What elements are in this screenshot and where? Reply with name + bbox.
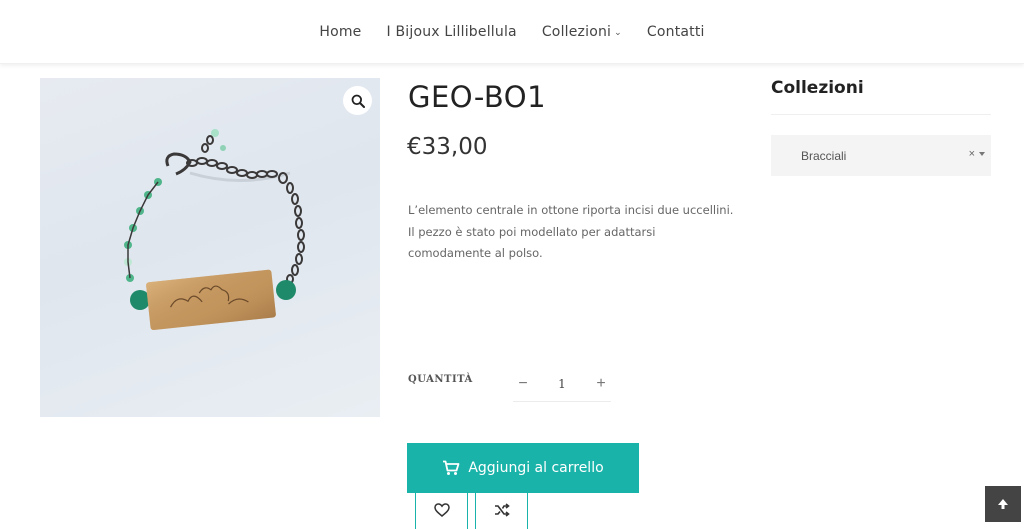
- add-to-cart-label: Aggiungi al carrello: [468, 460, 604, 476]
- main-nav: Home I Bijoux Lillibellula Collezioni ⌄ C…: [0, 0, 1024, 64]
- product-title: GEO-BO1: [408, 80, 547, 114]
- nav-item-label: Contatti: [646, 24, 705, 40]
- select-value: Bracciali: [801, 148, 847, 163]
- cart-icon: [443, 460, 460, 475]
- nav-item-collezioni[interactable]: Collezioni ⌄: [542, 24, 622, 40]
- clear-icon[interactable]: ×: [969, 148, 975, 160]
- nav-item-contatti[interactable]: Contatti: [647, 24, 705, 40]
- sidebar-title: Collezioni: [771, 78, 864, 98]
- add-to-cart-button[interactable]: Aggiungi al carrello: [407, 443, 639, 493]
- quantity-input[interactable]: 1: [542, 377, 582, 391]
- quantity-stepper: − 1 +: [513, 366, 611, 402]
- heart-icon: [433, 502, 450, 517]
- product-image[interactable]: [40, 78, 380, 417]
- quantity-decrease-button[interactable]: −: [513, 375, 533, 393]
- zoom-button[interactable]: [343, 86, 372, 115]
- arrow-up-icon: [998, 499, 1008, 509]
- nav-item-bijoux[interactable]: I Bijoux Lillibellula: [387, 24, 517, 40]
- divider: [771, 114, 991, 115]
- shuffle-icon: [494, 502, 510, 517]
- scroll-to-top-button[interactable]: [985, 486, 1021, 522]
- collection-select[interactable]: Bracciali ×: [771, 135, 991, 176]
- compare-button[interactable]: [475, 493, 528, 529]
- chevron-down-icon: [979, 152, 985, 156]
- nav-item-home[interactable]: Home: [319, 24, 361, 40]
- wishlist-button[interactable]: [415, 493, 468, 529]
- nav-item-label: Home: [319, 24, 362, 40]
- site-header: Home I Bijoux Lillibellula Collezioni ⌄ C…: [0, 0, 1024, 64]
- nav-item-label: I Bijoux Lillibellula: [386, 24, 517, 40]
- quantity-label: QUANTITÀ: [408, 374, 473, 385]
- zoom-icon: [351, 94, 365, 108]
- product-description: L’elemento centrale in ottone riporta in…: [408, 203, 734, 260]
- product-price: €33,00: [407, 134, 488, 160]
- nav-item-label: Collezioni: [541, 24, 612, 40]
- chevron-down-icon: ⌄: [614, 28, 622, 38]
- quantity-increase-button[interactable]: +: [591, 375, 611, 393]
- bracelet-photo: [124, 129, 305, 331]
